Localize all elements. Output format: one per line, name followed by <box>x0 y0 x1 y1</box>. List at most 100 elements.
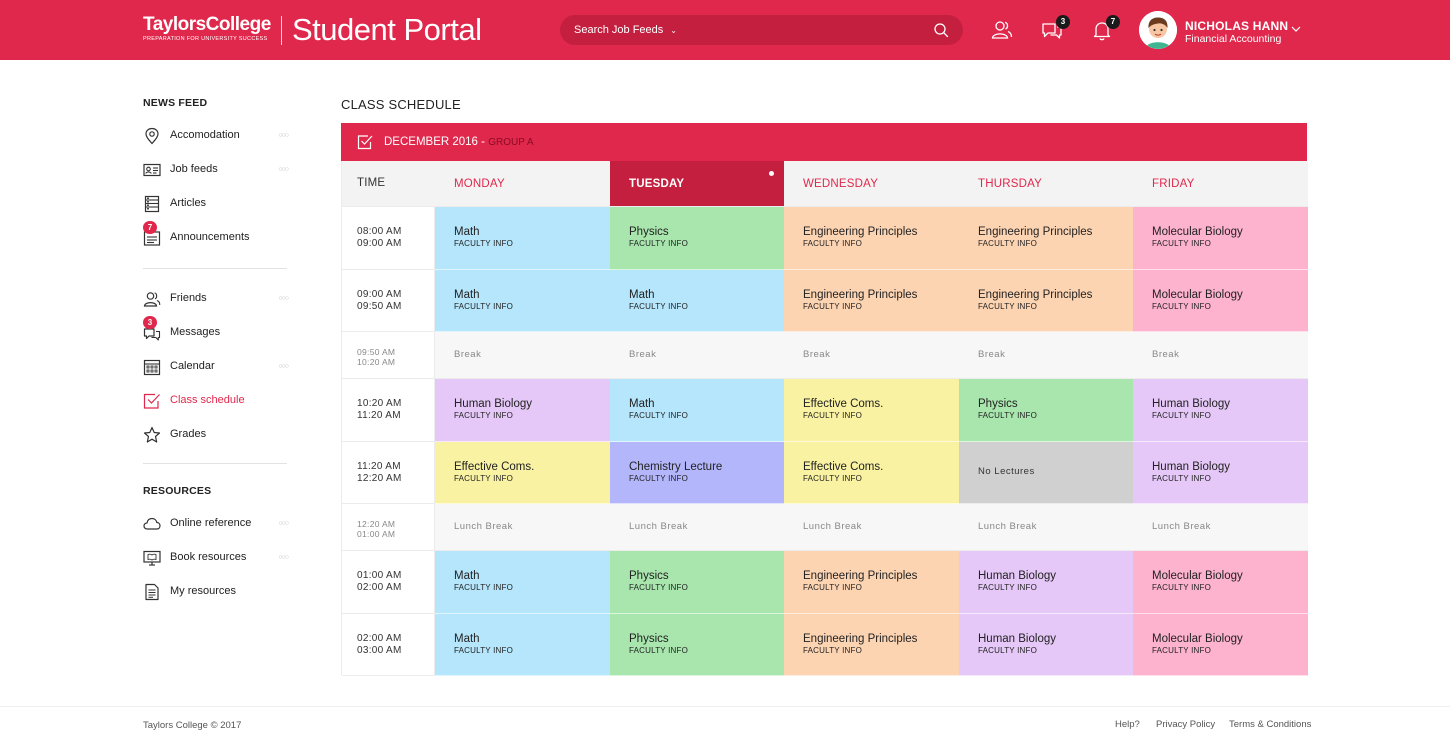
more-dots-icon[interactable]: ○○○ <box>278 295 289 302</box>
class-cell[interactable]: Physics FACULTY INFO <box>610 551 784 614</box>
class-cell[interactable]: Human Biology FACULTY INFO <box>959 613 1133 676</box>
user-department: Financial Accounting <box>1185 33 1282 45</box>
day-header-wednesday[interactable]: WEDNESDAY <box>784 161 959 207</box>
class-cell[interactable]: Physics FACULTY INFO <box>610 613 784 676</box>
schedule-period: DECEMBER 2016 - GROUP A <box>384 136 534 148</box>
announcements-count-badge: 7 <box>143 221 157 234</box>
class-subject: Molecular Biology <box>1152 288 1243 301</box>
search-scope-dropdown[interactable]: Search Job Feeds ⌄ <box>574 15 677 45</box>
class-subject: Math <box>454 288 480 301</box>
sidebar-item-label: Online reference <box>170 517 252 529</box>
sidebar-item-job-feeds[interactable]: Job feeds ○○○ <box>143 159 289 181</box>
class-cell[interactable]: Human Biology FACULTY INFO <box>1133 441 1308 504</box>
sidebar-item-messages[interactable]: 3 Messages <box>143 316 288 344</box>
schedule-group[interactable]: GROUP A <box>488 137 533 148</box>
day-header-monday[interactable]: MONDAY <box>435 161 610 207</box>
class-cell[interactable]: Effective Coms. FACULTY INFO <box>784 379 959 442</box>
class-cell[interactable]: Math FACULTY INFO <box>435 207 610 270</box>
class-cell[interactable]: Physics FACULTY INFO <box>959 379 1133 442</box>
class-cell[interactable]: Math FACULTY INFO <box>435 551 610 614</box>
class-cell[interactable]: Engineering Principles FACULTY INFO <box>959 207 1133 270</box>
document-icon <box>145 583 159 601</box>
sidebar-item-my-resources[interactable]: My resources <box>143 581 288 603</box>
class-subject: Molecular Biology <box>1152 632 1243 645</box>
sidebar-item-calendar[interactable]: Calendar ○○○ <box>143 356 289 378</box>
class-cell[interactable]: Human Biology FACULTY INFO <box>959 551 1133 614</box>
faculty-info-label: FACULTY INFO <box>629 473 689 483</box>
class-cell[interactable]: Math FACULTY INFO <box>610 269 784 332</box>
class-cell[interactable]: Human Biology FACULTY INFO <box>435 379 610 442</box>
college-logo[interactable]: TaylorsCollege PREPARATION FOR UNIVERSIT… <box>143 15 271 43</box>
day-header-friday[interactable]: FRIDAY <box>1133 161 1308 207</box>
more-dots-icon[interactable]: ○○○ <box>278 520 289 527</box>
search-icon[interactable] <box>933 22 949 38</box>
class-cell[interactable]: Math FACULTY INFO <box>610 379 784 442</box>
faculty-info-label: FACULTY INFO <box>978 239 1038 248</box>
more-dots-icon[interactable]: ○○○ <box>278 363 289 370</box>
class-cell[interactable]: Human Biology FACULTY INFO <box>1133 379 1308 442</box>
sidebar-item-accomodation[interactable]: Accomodation ○○○ <box>143 125 289 147</box>
sidebar-item-label: Friends <box>170 292 207 304</box>
faculty-info-label: FACULTY INFO <box>978 411 1038 420</box>
terms-link[interactable]: Terms & Conditions <box>1229 719 1311 730</box>
more-dots-icon[interactable]: ○○○ <box>278 132 289 139</box>
sidebar-item-online-reference[interactable]: Online reference ○○○ <box>143 513 289 535</box>
class-cell[interactable]: Effective Coms. FACULTY INFO <box>784 441 959 504</box>
break-cell: Lunch Break <box>1133 504 1308 551</box>
sidebar-item-friends[interactable]: Friends ○○○ <box>143 288 289 310</box>
class-cell[interactable]: Molecular Biology FACULTY INFO <box>1133 207 1308 270</box>
sidebar-item-label: Grades <box>170 428 207 440</box>
time-slot: 10:20 AM 11:20 AM <box>342 379 435 442</box>
class-subject: Engineering Principles <box>803 570 918 582</box>
class-cell[interactable]: Engineering Principles FACULTY INFO <box>784 269 959 332</box>
time-slot-end: 01:00 AM <box>357 529 396 539</box>
break-cell: Lunch Break <box>959 504 1133 551</box>
avatar[interactable] <box>1139 11 1177 49</box>
more-dots-icon[interactable]: ○○○ <box>278 554 289 561</box>
day-header-thursday[interactable]: THURSDAY <box>959 161 1133 207</box>
friends-button[interactable] <box>990 18 1014 42</box>
class-subject: Human Biology <box>1152 460 1230 473</box>
schedule-check-icon <box>357 135 373 150</box>
class-cell[interactable]: Molecular Biology FACULTY INFO <box>1133 269 1308 332</box>
break-cell: Break <box>784 332 959 379</box>
chevron-down-icon[interactable] <box>1290 24 1302 34</box>
sidebar-item-book-resources[interactable]: Book resources ○○○ <box>143 547 289 569</box>
class-subject: Effective Coms. <box>803 460 884 473</box>
notifications-button[interactable]: 7 <box>1090 15 1120 42</box>
sidebar-item-grades[interactable]: Grades <box>143 424 288 446</box>
class-cell[interactable]: Effective Coms. FACULTY INFO <box>435 441 610 504</box>
messages-button[interactable]: 3 <box>1040 15 1070 42</box>
class-cell[interactable]: Engineering Principles FACULTY INFO <box>784 207 959 270</box>
class-subject: Effective Coms. <box>454 460 535 473</box>
sidebar-item-announcements[interactable]: 7 Announcements <box>143 221 288 249</box>
class-cell[interactable]: Molecular Biology FACULTY INFO <box>1133 613 1308 676</box>
privacy-policy-link[interactable]: Privacy Policy <box>1156 719 1215 730</box>
user-name[interactable]: NICHOLAS HANN <box>1185 19 1288 33</box>
sidebar-item-label: My resources <box>170 585 237 597</box>
more-dots-icon[interactable]: ○○○ <box>278 166 289 173</box>
sidebar-item-articles[interactable]: Articles <box>143 193 288 215</box>
class-subject: Human Biology <box>978 570 1056 582</box>
search-input[interactable] <box>689 18 929 42</box>
time-slot: 01:00 AM 02:00 AM <box>342 551 435 614</box>
class-cell[interactable]: Math FACULTY INFO <box>435 613 610 676</box>
faculty-info-label: FACULTY INFO <box>1152 301 1212 311</box>
class-subject: Math <box>454 570 480 582</box>
class-cell[interactable]: Engineering Principles FACULTY INFO <box>784 551 959 614</box>
class-subject: Molecular Biology <box>1152 570 1243 582</box>
class-cell[interactable]: Engineering Principles FACULTY INFO <box>959 269 1133 332</box>
class-cell[interactable]: Engineering Principles FACULTY INFO <box>784 613 959 676</box>
day-header-tuesday[interactable]: TUESDAY <box>610 161 784 207</box>
faculty-info-label: FACULTY INFO <box>454 645 514 655</box>
help-link[interactable]: Help? <box>1115 719 1140 730</box>
no-lectures-label: No Lectures <box>978 465 1035 477</box>
class-cell[interactable]: Physics FACULTY INFO <box>610 207 784 270</box>
class-cell[interactable]: Math FACULTY INFO <box>435 269 610 332</box>
day-header-label: FRIDAY <box>1152 178 1195 190</box>
sidebar-item-class-schedule[interactable]: Class schedule <box>143 390 288 412</box>
time-column-header: TIME <box>342 161 435 207</box>
class-cell[interactable]: Chemistry Lecture FACULTY INFO <box>610 441 784 504</box>
class-cell[interactable]: Molecular Biology FACULTY INFO <box>1133 551 1308 614</box>
monitor-book-icon <box>143 550 161 566</box>
